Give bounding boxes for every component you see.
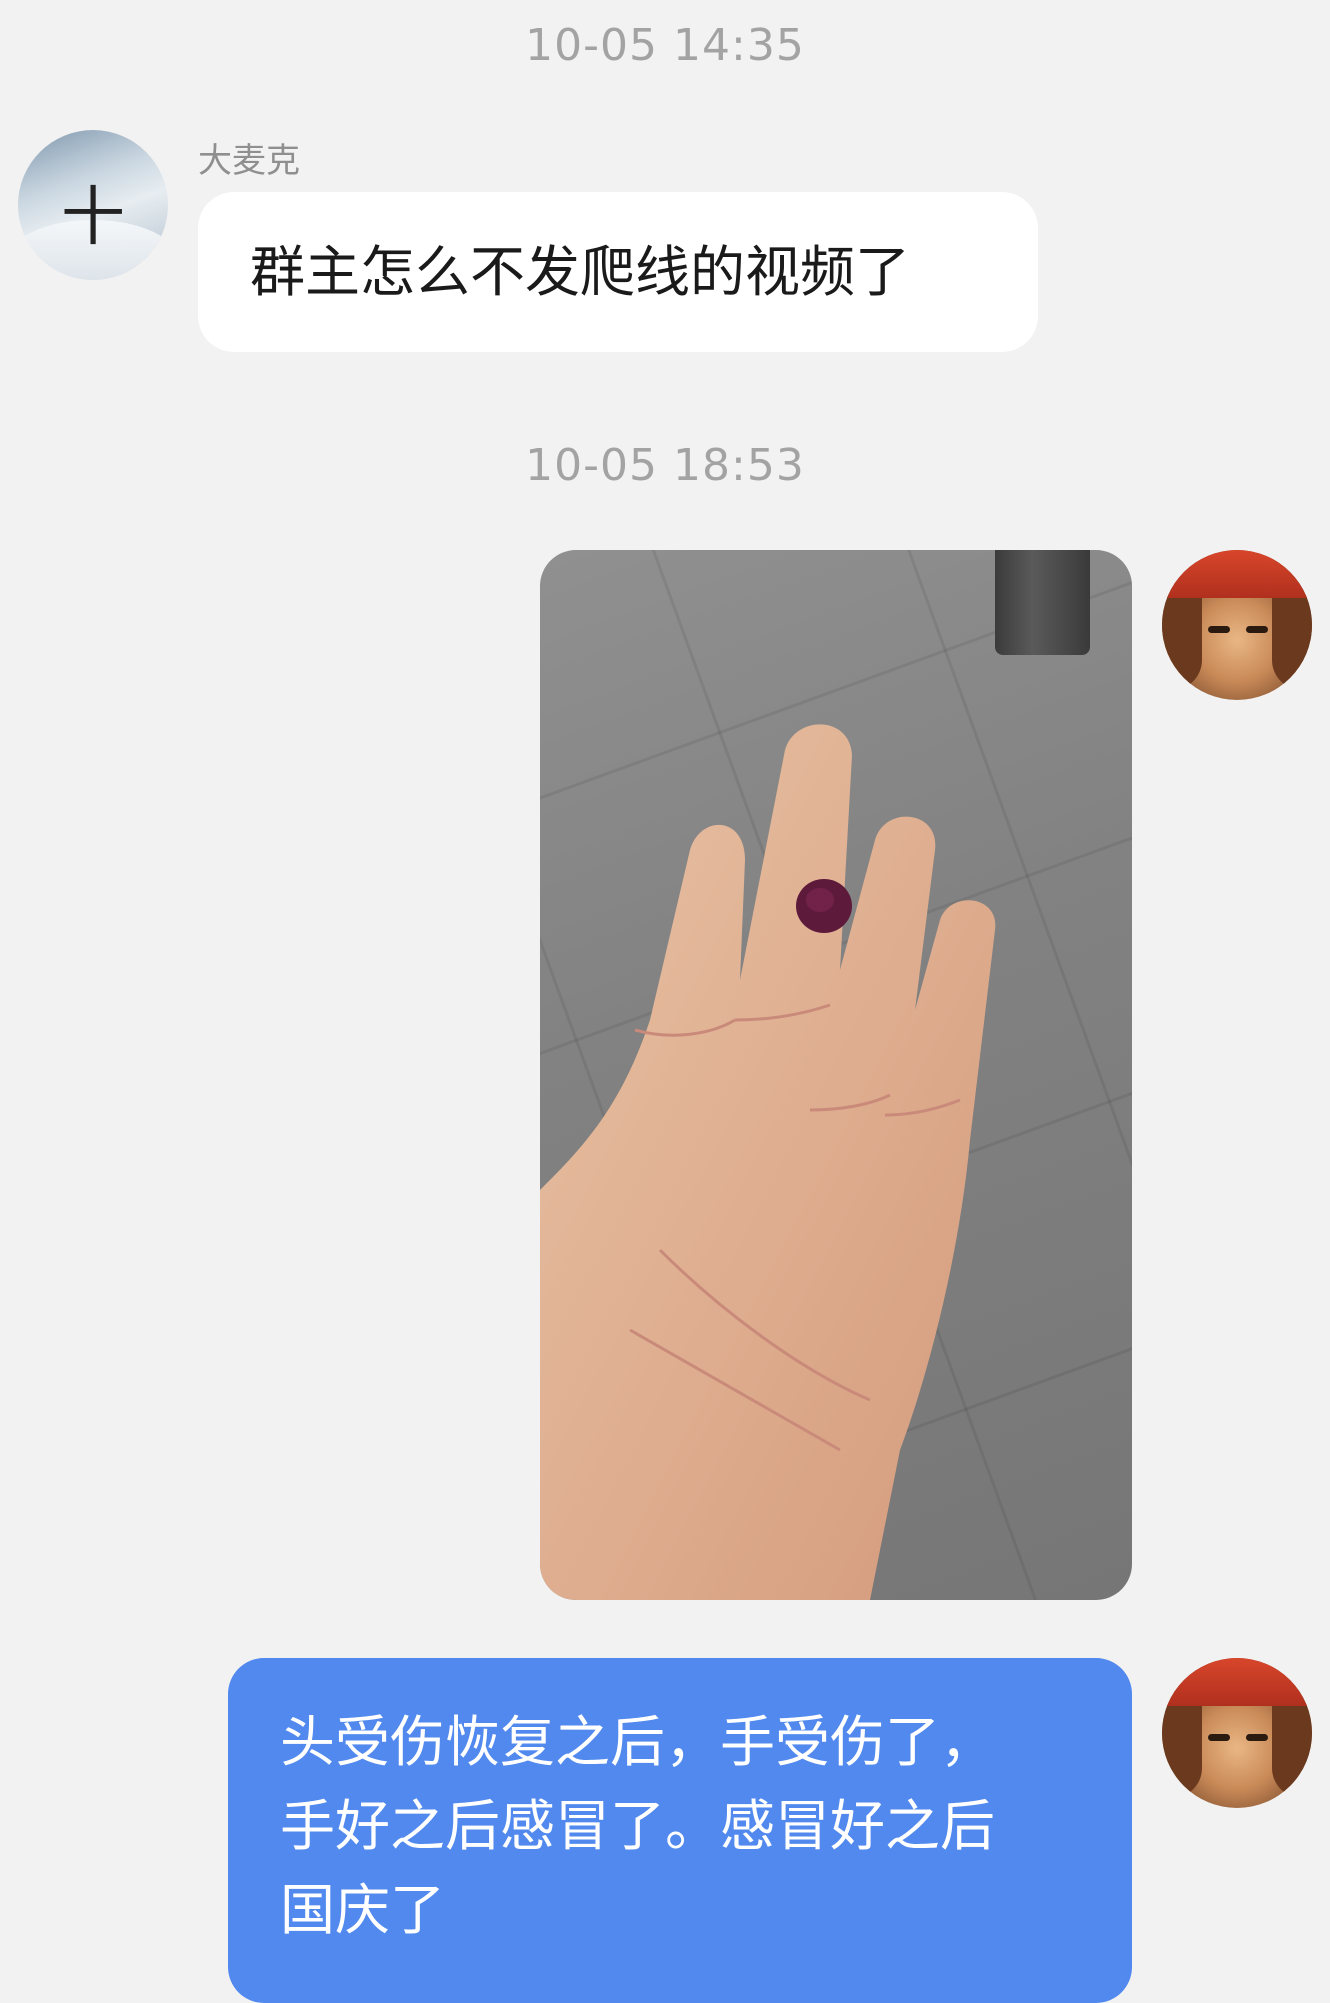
outgoing-message-bubble[interactable]: 头受伤恢复之后，手受伤了， 手好之后感冒了。感冒好之后 国庆了 — [228, 1658, 1132, 2003]
my-avatar[interactable] — [1162, 550, 1312, 700]
message-line: 国庆了 — [280, 1878, 446, 1942]
pirate-bandana-icon — [1162, 1658, 1312, 1706]
my-avatar[interactable] — [1162, 1658, 1312, 1808]
incoming-message-bubble[interactable]: 群主怎么不发爬线的视频了 — [198, 192, 1038, 352]
timestamp: 10-05 18:53 — [525, 440, 805, 491]
image-message[interactable] — [540, 550, 1132, 1600]
timestamp: 10-05 14:35 — [525, 20, 805, 71]
hand-photo — [540, 724, 996, 1600]
pirate-bandana-icon — [1162, 550, 1312, 598]
message-line: 手好之后感冒了。感冒好之后 — [280, 1794, 996, 1858]
sender-avatar[interactable]: 十 — [18, 130, 168, 280]
message-line: 头受伤恢复之后，手受伤了， — [280, 1710, 996, 1774]
message-text: 群主怎么不发爬线的视频了 — [250, 240, 911, 304]
avatar-glyph: 十 — [61, 181, 125, 255]
sender-name: 大麦克 — [198, 141, 300, 181]
